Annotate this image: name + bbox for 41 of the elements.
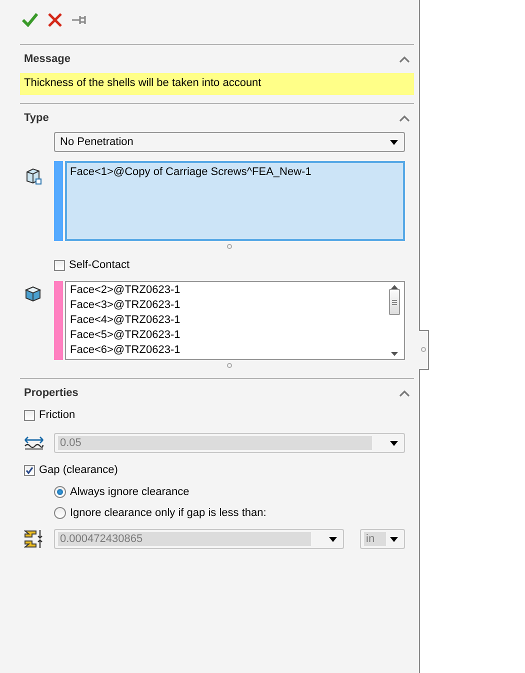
dropdown-arrow-icon [390, 440, 398, 446]
section-title: Properties [24, 387, 78, 399]
resize-handle[interactable] [227, 363, 232, 368]
face-cube-icon [24, 167, 42, 185]
dropdown-arrow-icon [390, 536, 398, 542]
scroll-down-arrow-icon[interactable] [391, 352, 398, 356]
resize-handle[interactable] [227, 244, 232, 249]
close-icon[interactable] [48, 13, 62, 27]
selection-list-item[interactable]: Face<6>@TRZ0623-1 [70, 343, 387, 358]
contact-type-dropdown[interactable]: No Penetration [54, 132, 405, 152]
cube-icon [24, 285, 42, 303]
selection-list-item[interactable]: Face<3>@TRZ0623-1 [70, 298, 387, 313]
selection-list-box[interactable]: Face<1>@Copy of Carriage Screws^FEA_New-1 [65, 161, 405, 241]
ok-check-icon[interactable] [22, 13, 38, 27]
section-title: Message [24, 53, 70, 65]
dropdown-arrow-icon [329, 536, 337, 542]
message-text: Thickness of the shells will be taken into account [20, 73, 414, 95]
radio-label: Ignore clearance only if gap is less than: [70, 507, 266, 519]
checkbox[interactable] [54, 260, 65, 270]
collapse-chevron-icon[interactable] [399, 56, 410, 62]
section-title: Type [24, 112, 49, 124]
friction-arrows-icon [24, 436, 44, 450]
selection-list-item[interactable]: Face<4>@TRZ0623-1 [70, 313, 387, 328]
dropdown-arrow-icon [390, 140, 398, 144]
checkbox-label: Friction [39, 409, 76, 421]
radio-label: Always ignore clearance [70, 486, 190, 498]
scrollbar-thumb[interactable] [389, 289, 400, 315]
checkbox-label: Self-Contact [69, 259, 130, 271]
selection-list-box[interactable]: Face<2>@TRZ0623-1 Face<3>@TRZ0623-1 Face<4>@TRZ0623-1 Face<5>@TRZ0623-1 Face<6>@TRZ0623-1 [65, 281, 405, 360]
gap-clearance-icon [24, 529, 44, 549]
panel-splitter-handle[interactable] [419, 330, 429, 370]
selection-list-item[interactable]: Face<2>@TRZ0623-1 [70, 283, 387, 298]
selection-list-item[interactable]: Face<1>@Copy of Carriage Screws^FEA_New-1 [70, 165, 400, 180]
scroll-up-arrow-icon[interactable] [391, 285, 398, 289]
collapse-chevron-icon[interactable] [399, 114, 410, 122]
checkbox-label: Gap (clearance) [39, 464, 118, 476]
grip-lines-icon [392, 300, 397, 304]
pin-icon[interactable] [72, 13, 88, 27]
selection-list-item[interactable]: Face<5>@TRZ0623-1 [70, 328, 387, 343]
collapse-chevron-icon[interactable] [399, 390, 410, 396]
scrollbar[interactable] [387, 283, 402, 358]
